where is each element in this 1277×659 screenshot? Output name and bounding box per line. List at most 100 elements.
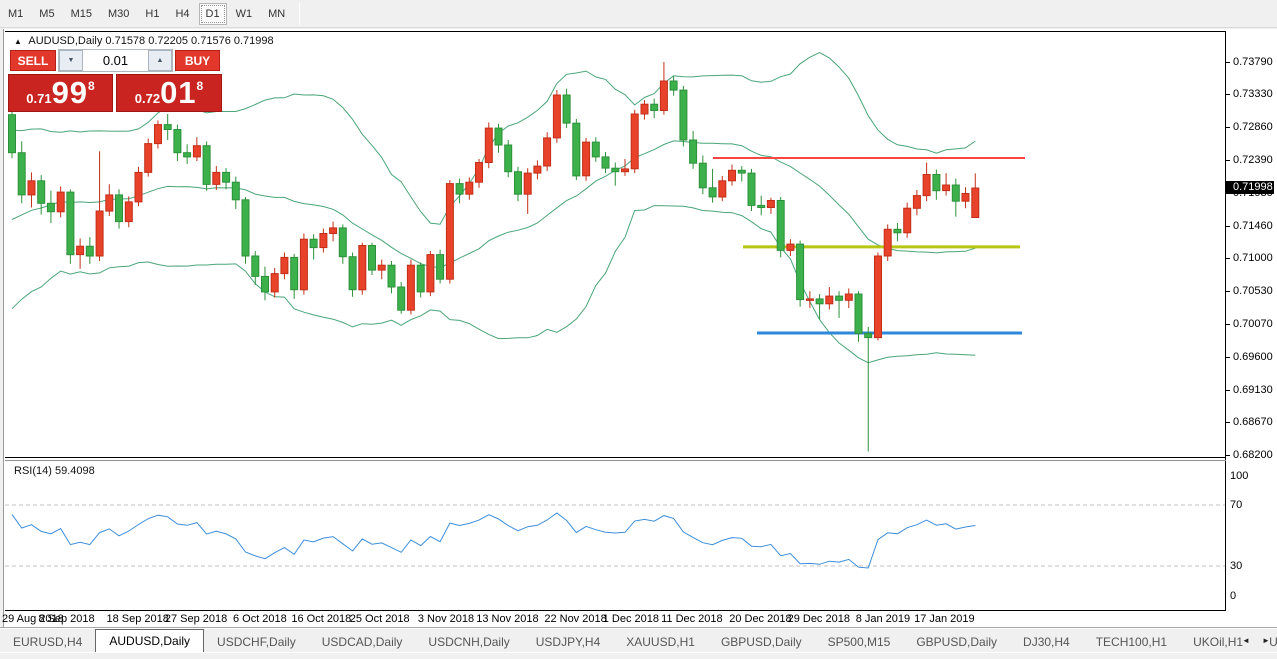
sell-price-small: 0.71 <box>26 90 52 106</box>
date-axis-label: 17 Jan 2019 <box>914 613 975 625</box>
date-axis-label: 11 Dec 2018 <box>661 613 723 625</box>
candle <box>338 224 347 264</box>
candle <box>66 189 75 264</box>
candle <box>747 168 756 211</box>
candle <box>650 98 659 119</box>
volume-decrease-icon[interactable]: ▼ <box>59 50 83 71</box>
candle <box>494 123 503 153</box>
price-axis-label: 0.69600 <box>1233 350 1273 363</box>
chart-tab-eurusd-h4[interactable]: EURUSD,H4 <box>0 631 95 652</box>
price-axis-label: 0.68670 <box>1233 415 1273 428</box>
date-axis-label: 3 Nov 2018 <box>417 613 475 625</box>
sell-button[interactable]: SELL <box>10 50 56 71</box>
chart-tab-sp500-m15[interactable]: SP500,M15 <box>815 631 904 652</box>
buy-price-sup: 8 <box>196 79 204 93</box>
chart-tab-usdjpy-h4[interactable]: USDJPY,H4 <box>523 631 613 652</box>
candle <box>241 197 250 264</box>
sell-price-box[interactable]: 0.71 99 8 <box>8 74 113 112</box>
candle <box>523 168 532 214</box>
chart-tab-usdcnh-daily[interactable]: USDCNH,Daily <box>415 631 522 652</box>
chart-tab-bar: EURUSD,H4 AUDUSD,Daily USDCHF,Daily USDCAD,… <box>0 629 1277 652</box>
price-axis-tick <box>1226 94 1230 96</box>
volume-input[interactable] <box>83 50 148 71</box>
chart-tab-usdcad-daily[interactable]: USDCAD,Daily <box>309 631 416 652</box>
candle <box>56 186 65 218</box>
candle <box>222 168 231 190</box>
candle <box>766 197 775 214</box>
chart-tab-usdchf-daily[interactable]: USDCHF,Daily <box>204 631 309 652</box>
candle <box>484 122 493 169</box>
timeframe-button-m15[interactable]: M15 <box>64 3 99 25</box>
tab-scroll-right-icon[interactable]: ► <box>1259 632 1273 648</box>
timeframe-toolbar: M1 M5 M15 M30 H1 H4 D1 W1 MN <box>0 0 1277 28</box>
price-axis-tick <box>1226 421 1230 423</box>
timeframe-button-m5[interactable]: M5 <box>32 3 61 25</box>
candle <box>85 237 94 264</box>
candle <box>144 138 153 177</box>
candle <box>932 169 941 200</box>
candle <box>163 114 172 140</box>
one-click-trade-panel: SELL ▼ ▲ BUY 0.71 99 8 0.72 01 8 <box>8 49 222 113</box>
chart-tab-audusd-daily[interactable]: AUDUSD,Daily <box>95 629 205 652</box>
candle <box>397 282 406 314</box>
bollinger-middle-band <box>11 140 976 269</box>
candle <box>445 180 454 284</box>
chart-title: ▲ AUDUSD,Daily 0.71578 0.72205 0.71576 0… <box>14 35 274 47</box>
candle <box>874 252 882 341</box>
candle <box>377 259 386 280</box>
candle <box>231 176 240 209</box>
date-axis-label: 25 Oct 2018 <box>349 613 410 625</box>
chart-tab-xauusd-h1[interactable]: XAUUSD,H1 <box>613 631 708 652</box>
candle <box>183 144 192 164</box>
price-axis-label: 0.68200 <box>1233 449 1273 461</box>
price-axis-tick <box>1226 389 1230 391</box>
chart-tab-tech100-h1[interactable]: TECH100,H1 <box>1083 631 1180 652</box>
candle <box>591 137 600 162</box>
current-price-tag: 0.71998 <box>1226 180 1274 194</box>
chart-tab-gbpusd-daily[interactable]: GBPUSD,Daily <box>903 631 1010 652</box>
price-axis-tick <box>1226 160 1230 162</box>
price-axis-label: 0.70530 <box>1233 285 1273 298</box>
candle <box>173 124 182 162</box>
rsi-level-label: 70 <box>1230 499 1243 511</box>
candle <box>436 249 445 284</box>
candle <box>154 120 162 149</box>
price-axis-tick <box>1226 62 1230 63</box>
date-axis-label: 27 Sep 2018 <box>164 613 228 625</box>
candle <box>124 196 133 228</box>
date-axis-label: 13 Nov 2018 <box>476 613 539 625</box>
candle <box>115 189 123 229</box>
timeframe-button-w1[interactable]: W1 <box>229 3 260 25</box>
bollinger-lower-band <box>11 205 976 364</box>
chart-tab-gbpusd-daily[interactable]: GBPUSD,Daily <box>708 631 815 652</box>
price-axis-tick <box>1226 455 1230 456</box>
candle <box>299 233 308 295</box>
candle <box>426 251 435 297</box>
candlestick-chart[interactable] <box>0 29 1277 629</box>
candle <box>504 140 513 178</box>
candle <box>514 166 522 202</box>
chart-title-symbol: AUDUSD,Daily <box>28 35 103 47</box>
candle <box>835 291 844 318</box>
candle <box>134 166 143 207</box>
timeframe-button-d1[interactable]: D1 <box>198 2 227 25</box>
volume-increase-icon[interactable]: ▲ <box>148 50 172 71</box>
candle <box>290 253 299 299</box>
trading-platform-window: M1 M5 M15 M30 H1 H4 D1 W1 MN ▲ AUDUSD,Daily 0.71… <box>0 0 1277 659</box>
chart-tab-dj30-h4[interactable]: DJ30,H4 <box>1010 631 1083 652</box>
price-axis-label: 0.73790 <box>1233 56 1273 68</box>
timeframe-button-h1[interactable]: H1 <box>138 3 166 25</box>
date-axis-label: 20 Dec 2018 <box>729 613 792 625</box>
tab-scroll-left-icon[interactable]: ◄ <box>1239 632 1253 648</box>
timeframe-button-mn[interactable]: MN <box>261 3 292 25</box>
candle <box>455 178 464 204</box>
candle <box>786 239 795 256</box>
timeframe-button-m1[interactable]: M1 <box>1 3 30 25</box>
timeframe-button-h4[interactable]: H4 <box>168 3 196 25</box>
candle <box>961 187 970 209</box>
rsi-level-label: 0 <box>1230 590 1237 602</box>
buy-price-box[interactable]: 0.72 01 8 <box>116 74 222 112</box>
chart-window[interactable]: ▲ AUDUSD,Daily 0.71578 0.72205 0.71576 0… <box>0 29 1277 629</box>
buy-button[interactable]: BUY <box>175 50 220 71</box>
timeframe-button-m30[interactable]: M30 <box>101 3 136 25</box>
